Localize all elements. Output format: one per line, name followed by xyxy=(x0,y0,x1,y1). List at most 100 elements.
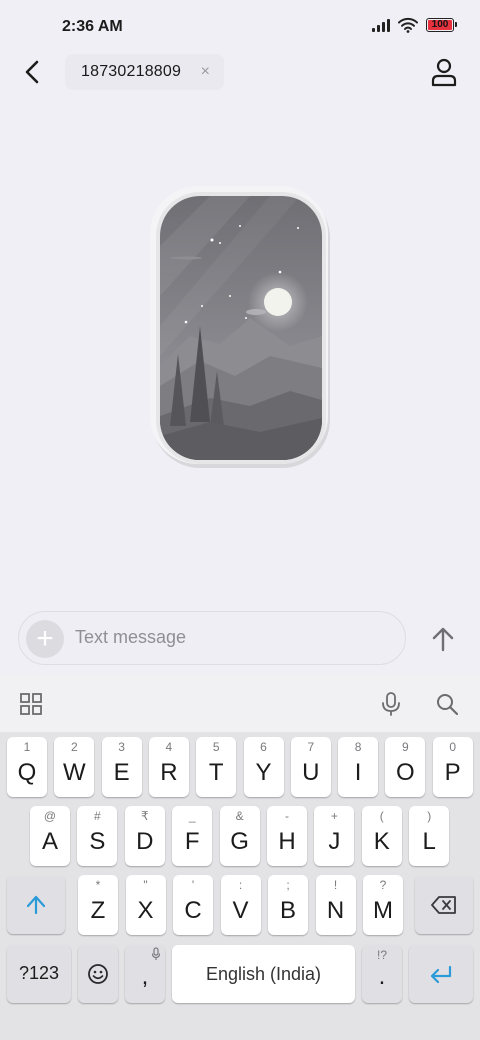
key-label: C xyxy=(184,897,202,924)
recipient-chip[interactable]: 18730218809 × xyxy=(65,54,224,90)
key-d[interactable]: ₹ D xyxy=(124,806,165,866)
key-z[interactable]: * Z xyxy=(78,875,118,935)
symbols-key[interactable]: ?123 xyxy=(7,945,71,1003)
key-hint: 3 xyxy=(118,740,125,754)
status-bar: 2:36 AM 100 xyxy=(0,0,480,56)
key-label: R xyxy=(160,759,178,786)
key-label: N xyxy=(326,897,345,924)
key-n[interactable]: ! N xyxy=(315,875,356,935)
key-hint: " xyxy=(143,878,148,892)
key-label: Q xyxy=(17,759,37,786)
key-label: L xyxy=(422,828,436,855)
key-b[interactable]: ; B xyxy=(268,875,308,935)
key-o[interactable]: 9O xyxy=(385,737,426,797)
key-q[interactable]: 1Q xyxy=(7,737,47,797)
key-label: K xyxy=(373,828,390,855)
message-input[interactable]: Text message xyxy=(75,627,186,648)
person-icon[interactable] xyxy=(431,57,457,87)
key-label: H xyxy=(278,828,296,855)
key-label: I xyxy=(354,759,362,786)
key-hint: & xyxy=(235,809,244,823)
key-g[interactable]: & G xyxy=(219,806,260,866)
compose-bar: + Text message xyxy=(18,611,406,665)
key-label: W xyxy=(62,759,86,786)
key-t[interactable]: 5T xyxy=(196,737,237,797)
backspace-key[interactable] xyxy=(415,876,473,934)
status-time: 2:36 AM xyxy=(62,18,123,35)
key-hint: ? xyxy=(379,878,387,892)
comma-key[interactable]: , xyxy=(125,945,165,1003)
key-i[interactable]: 8I xyxy=(338,737,379,797)
grid-icon[interactable] xyxy=(18,691,44,717)
status-icons: 100 xyxy=(372,17,457,33)
key-label: O xyxy=(396,759,415,786)
shift-icon xyxy=(26,895,46,915)
key-label: D xyxy=(136,828,154,855)
key-s[interactable]: # S xyxy=(77,806,118,866)
key-label: F xyxy=(184,828,200,855)
key-m[interactable]: ? M xyxy=(363,875,403,935)
key-label: Z xyxy=(90,897,106,924)
key-hint: _ xyxy=(188,809,196,823)
key-hint: @ xyxy=(43,809,57,823)
key-u[interactable]: 7U xyxy=(290,737,331,797)
space-key[interactable]: English (India) xyxy=(172,945,355,1003)
key-hint: 8 xyxy=(354,740,362,754)
period-key[interactable]: !? . xyxy=(362,945,402,1003)
key-hint: # xyxy=(94,809,101,823)
key-hint: 6 xyxy=(260,740,267,754)
key-j[interactable]: + J xyxy=(314,806,355,866)
shift-key[interactable] xyxy=(7,876,65,934)
emoji-key[interactable] xyxy=(78,945,118,1003)
close-icon[interactable]: × xyxy=(201,63,210,81)
key-hint: + xyxy=(330,809,338,823)
key-p[interactable]: 0P xyxy=(432,737,473,797)
key-label: Y xyxy=(255,759,272,786)
key-hint: ! xyxy=(333,878,338,892)
key-hint: 5 xyxy=(212,740,220,754)
key-e[interactable]: 3E xyxy=(101,737,142,797)
key-h[interactable]: -H xyxy=(267,806,307,866)
key-a[interactable]: @ A xyxy=(30,806,70,866)
microphone-icon xyxy=(151,947,161,960)
key-label: U xyxy=(302,759,320,786)
key-label: V xyxy=(232,897,249,924)
key-hint: ₹ xyxy=(140,809,149,823)
key-hint: 9 xyxy=(402,740,409,754)
recipient-number: 18730218809 xyxy=(81,63,182,80)
key-k[interactable]: (K xyxy=(361,806,402,866)
back-button[interactable] xyxy=(18,58,46,86)
backspace-icon xyxy=(431,896,456,914)
enter-key[interactable] xyxy=(409,945,473,1003)
key-r[interactable]: 4R xyxy=(148,737,189,797)
key-f[interactable]: _ F xyxy=(172,806,213,866)
smiley-icon xyxy=(88,964,108,984)
key-x[interactable]: " X xyxy=(125,875,166,935)
key-hint: - xyxy=(285,809,289,823)
key-label: B xyxy=(279,897,296,924)
key-label: X xyxy=(137,897,154,924)
enter-icon xyxy=(430,965,452,984)
battery-level: 100 xyxy=(431,19,449,30)
key-label: M xyxy=(373,897,393,924)
key-y[interactable]: 6Y xyxy=(243,737,284,797)
microphone-icon[interactable] xyxy=(378,691,404,717)
key-label: A xyxy=(41,828,58,855)
signal-icon xyxy=(372,18,390,32)
key-c[interactable]: ' C xyxy=(173,875,213,935)
key-hint: * xyxy=(95,878,101,892)
key-hint: ; xyxy=(286,878,290,892)
send-button[interactable] xyxy=(428,624,458,654)
key-l[interactable]: ) L xyxy=(409,806,450,866)
add-attachment-button[interactable]: + xyxy=(26,620,64,658)
key-v[interactable]: :V xyxy=(220,875,261,935)
search-icon[interactable] xyxy=(434,691,460,717)
key-w[interactable]: 2W xyxy=(54,737,95,797)
wifi-icon xyxy=(398,17,418,33)
chevron-left-icon xyxy=(25,60,39,84)
key-hint: ) xyxy=(427,809,432,823)
key-label: E xyxy=(113,759,130,786)
key-label: S xyxy=(89,828,106,855)
key-label: J xyxy=(328,828,341,855)
key-hint: : xyxy=(238,878,243,892)
